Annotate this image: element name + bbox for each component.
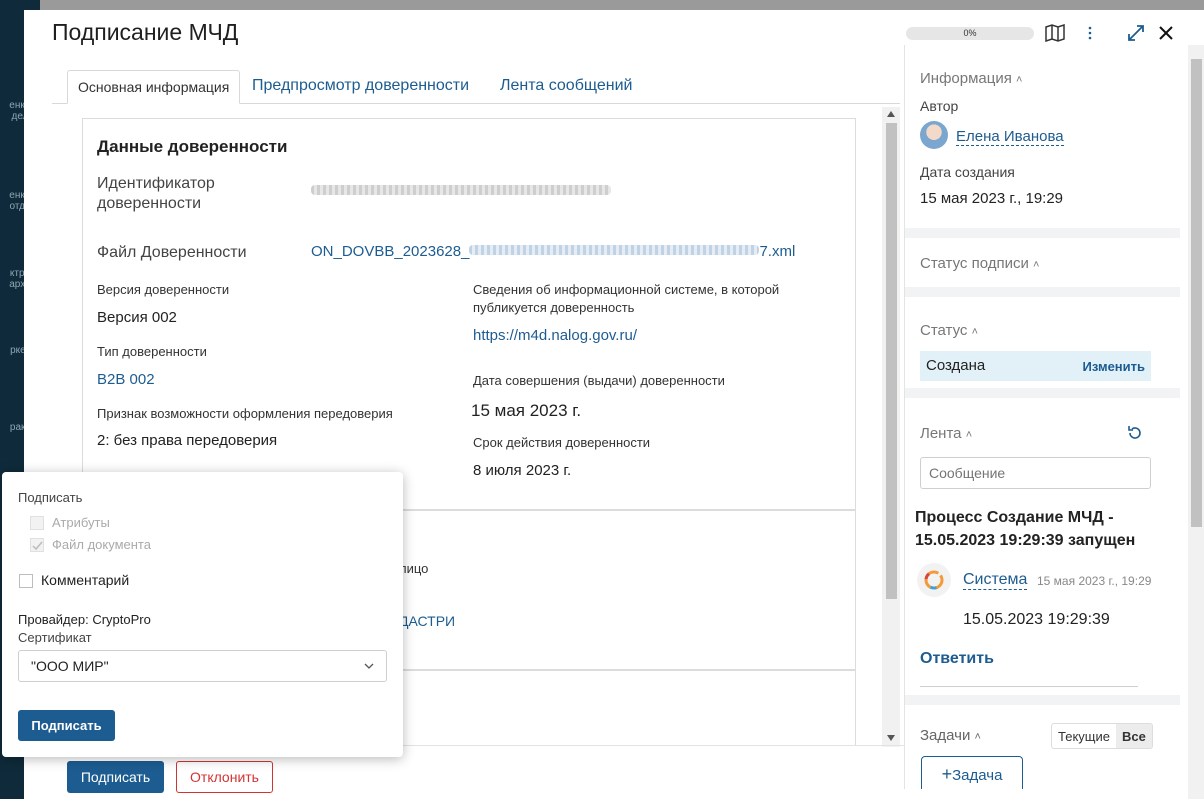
task-filter: Текущие Все [1051, 723, 1153, 749]
popup-title: Подписать [18, 490, 83, 505]
expiry-value: 8 июля 2023 г. [473, 462, 572, 479]
file-redacted [469, 245, 760, 255]
redelegation-value: 2: без права передоверия [97, 432, 278, 449]
file-label: Файл Доверенности [97, 244, 247, 261]
chevron-down-icon [364, 663, 374, 669]
issue-date-value: 15 мая 2023 г. [471, 401, 582, 420]
footer-sign-button[interactable]: Подписать [67, 761, 164, 793]
feed-divider [920, 686, 1138, 687]
type-link[interactable]: B2B 002 [97, 371, 155, 388]
feed-body: 15.05.2023 19:29:39 [963, 611, 1110, 628]
redelegation-label: Признак возможности оформления передовер… [97, 406, 393, 421]
status-box: Создана Изменить [920, 351, 1151, 381]
infosys-link[interactable]: https://m4d.nalog.gov.ru/ [473, 327, 637, 344]
right-panel: Информация ˄ Автор Елена Иванова Дата со… [904, 45, 1180, 789]
progress-bar: 0% [906, 27, 1034, 40]
chevron-up-icon: ˄ [1016, 74, 1023, 86]
change-status-button[interactable]: Изменить [1082, 359, 1145, 374]
add-task-label: Задача [952, 767, 1003, 784]
tab-main-info[interactable]: Основная информация [67, 70, 241, 104]
popup-sign-button[interactable]: Подписать [18, 710, 115, 741]
avatar [920, 121, 948, 149]
status-value: Создана [926, 357, 986, 374]
reply-link[interactable]: Ответить [920, 650, 994, 668]
right-panel-scrollbar[interactable] [1188, 45, 1204, 799]
reject-button[interactable]: Отклонить [176, 761, 273, 793]
section-divider [905, 228, 1180, 238]
tasks-title: Задачи [920, 727, 971, 744]
provider-label: Провайдер: CryptoPro [18, 612, 151, 627]
sign-status-toggle[interactable]: Статус подписи ˄ [920, 255, 1039, 272]
attributes-label: Атрибуты [52, 515, 110, 530]
author-label: Автор [920, 98, 959, 114]
comment-checkbox[interactable] [19, 574, 33, 588]
chevron-up-icon: ˄ [971, 326, 979, 338]
sign-status-title: Статус подписи [920, 255, 1029, 272]
author-link[interactable]: Елена Иванова [956, 128, 1064, 146]
filter-all[interactable]: Все [1115, 724, 1152, 748]
section-divider [905, 695, 1180, 705]
add-task-button[interactable]: +Задача [921, 756, 1023, 789]
close-icon[interactable] [1155, 22, 1177, 44]
issue-date-label: Дата совершения (выдачи) доверенности [473, 373, 725, 388]
poa-data-card: Данные доверенности Идентификатор довере… [82, 118, 856, 510]
file-prefix: ON_DOVBB_2023628_ [311, 243, 470, 260]
partial-text: лицо [399, 561, 429, 576]
attributes-checkbox[interactable] [30, 516, 44, 530]
expand-icon[interactable] [1125, 22, 1147, 44]
section-divider [905, 287, 1180, 297]
tab-bar: Основная информация Предпросмотр доверен… [52, 70, 900, 104]
feed-author-link[interactable]: Система [963, 571, 1028, 590]
section-divider [905, 388, 1180, 398]
status-toggle[interactable]: Статус ˄ [920, 322, 978, 339]
status-title: Статус [920, 322, 968, 339]
type-label: Тип доверенности [97, 344, 207, 359]
feed-event-title: Процесс Создание МЧД - 15.05.2023 19:29:… [915, 509, 1136, 549]
file-suffix: 7.xml [759, 243, 796, 260]
certificate-select[interactable]: "ООО МИР" [18, 650, 387, 682]
chevron-up-icon: ˄ [1033, 259, 1040, 271]
background-topbar [40, 0, 1204, 10]
chevron-up-icon: ˄ [974, 731, 981, 743]
certificate-value: "ООО МИР" [31, 658, 109, 674]
certificate-label: Сертификат [18, 630, 92, 645]
info-section-toggle[interactable]: Информация ˄ [920, 70, 1022, 87]
partial-link[interactable]: ДАСТРИ [399, 613, 455, 629]
more-vertical-icon[interactable] [1079, 22, 1101, 44]
content-scroll-thumb[interactable] [886, 123, 897, 599]
modal-title: Подписание МЧД [52, 19, 239, 45]
feed-time: 15 мая 2023 г., 19:29 [1037, 574, 1152, 588]
content-scrollbar[interactable] [882, 107, 900, 747]
created-value: 15 мая 2023 г., 19:29 [920, 190, 1064, 207]
comment-label: Комментарий [41, 572, 130, 588]
feed-toggle[interactable]: Лента ˄ [920, 425, 972, 442]
filter-current[interactable]: Текущие [1052, 724, 1116, 748]
plus-icon: + [941, 764, 953, 784]
created-label: Дата создания [920, 164, 1015, 180]
feed-title: Лента [920, 425, 962, 442]
sign-popup: Подписать Атрибуты Файл документа Коммен… [2, 472, 403, 757]
file-link[interactable]: ON_DOVBB_2023628_ 7.xml [311, 243, 795, 260]
tasks-toggle[interactable]: Задачи ˄ [920, 727, 981, 744]
chevron-up-icon: ˄ [965, 429, 973, 441]
version-value: Версия 002 [97, 309, 177, 326]
map-icon[interactable] [1044, 22, 1066, 44]
card-title: Данные доверенности [97, 137, 288, 156]
system-logo-icon [917, 563, 951, 597]
version-label: Версия доверенности [97, 282, 230, 297]
id-label: Идентификатор доверенности [97, 175, 215, 212]
id-value-redacted [311, 185, 611, 195]
document-file-label: Файл документа [52, 537, 151, 552]
info-title: Информация [920, 70, 1012, 87]
right-scroll-thumb[interactable] [1191, 59, 1202, 527]
tab-message-feed[interactable]: Лента сообщений [490, 70, 642, 104]
message-input[interactable] [920, 457, 1151, 489]
refresh-icon[interactable] [1127, 425, 1143, 446]
tab-preview[interactable]: Предпросмотр доверенности [242, 70, 479, 104]
infosys-label: Сведения об информационной системе, в ко… [473, 282, 780, 315]
expiry-label: Срок действия доверенности [473, 435, 651, 450]
document-file-checkbox[interactable] [30, 538, 44, 552]
